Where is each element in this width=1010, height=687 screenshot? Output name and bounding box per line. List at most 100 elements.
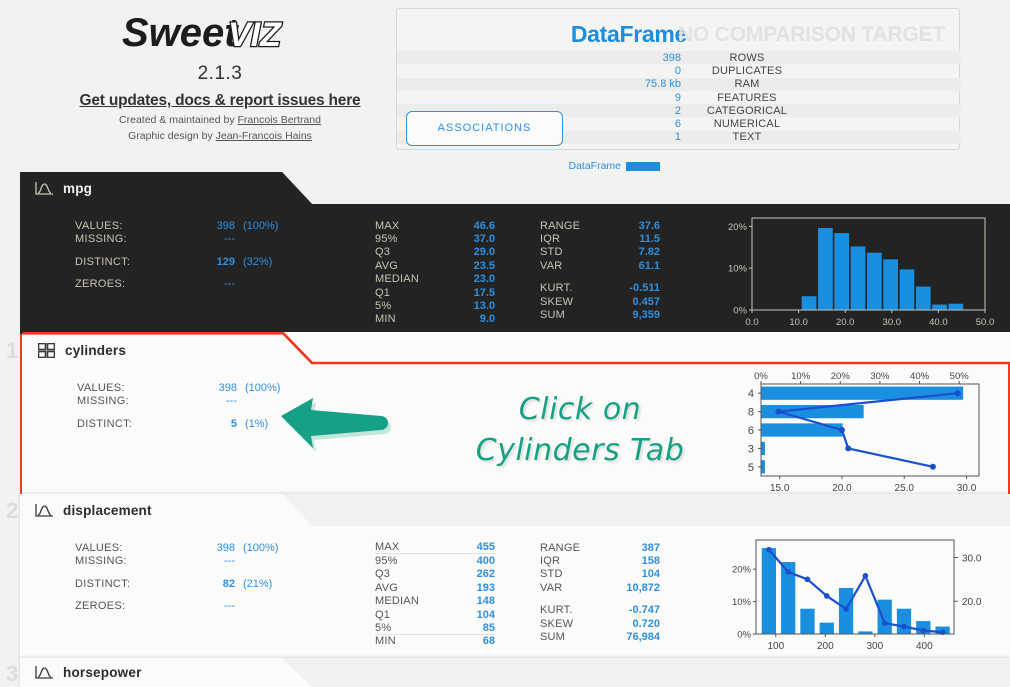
stat-key: MISSING: xyxy=(75,555,127,568)
stat-value: 398 xyxy=(216,541,235,554)
no-comparison-target-label: NO COMPARISON TARGET xyxy=(677,23,945,46)
displacement-tab-header[interactable]: displacement xyxy=(20,494,152,526)
stat-row-range: RANGE 37.6 xyxy=(540,219,660,232)
stat-key: STD xyxy=(540,568,563,581)
svg-text:6: 6 xyxy=(748,425,754,437)
stat-value: 29.0 xyxy=(473,246,495,259)
horsepower-tab-header[interactable]: horsepower xyxy=(20,658,142,687)
stat-key: VAR xyxy=(540,259,563,272)
version-label: 2.1.3 xyxy=(197,63,243,84)
stat-key: Q3 xyxy=(375,246,391,259)
svg-text:20%: 20% xyxy=(732,565,752,576)
svg-text:100: 100 xyxy=(767,641,784,652)
stat-key: Q1 xyxy=(375,286,391,299)
stat-row-kurt: KURT. -0.747 xyxy=(540,604,660,617)
stat-key: STD xyxy=(540,246,563,259)
mpg-histogram-svg: 0% 10% 20% 0.0 10.0 20.0 30.0 40.0 50.0 xyxy=(728,217,995,328)
stat-row-missing: MISSING: --- xyxy=(77,395,293,409)
displacement-tab-shape xyxy=(20,494,1010,526)
summary-row: 75.8 kb RAM xyxy=(397,77,961,91)
svg-text:10%: 10% xyxy=(791,371,811,382)
feature-section-mpg[interactable]: mpg VALUES: 398 (100%) MISSING: --- DIST… xyxy=(20,172,1010,334)
dataframe-summary-panel: DataFrame NO COMPARISON TARGET 398 ROWS … xyxy=(396,8,961,150)
stat-value: 11.5 xyxy=(639,233,660,246)
svg-text:400: 400 xyxy=(916,641,933,652)
stat-value: 9.0 xyxy=(479,313,495,326)
legend-entry-dataframe: DataFrame xyxy=(520,160,660,172)
stat-key: RANGE xyxy=(540,219,581,232)
stat-row-avg: AVG 193 xyxy=(375,581,495,594)
stat-value: 82 xyxy=(222,577,235,590)
svg-text:20.0: 20.0 xyxy=(836,317,855,328)
credit-maintainer-link[interactable]: Francois Bertrand xyxy=(238,114,321,126)
stat-value: --- xyxy=(224,278,235,291)
stat-row-q3: Q3 29.0 xyxy=(375,246,495,259)
stat-row-distinct: DISTINCT: 82 (21%) xyxy=(75,577,291,591)
svg-text:4: 4 xyxy=(748,388,754,400)
stat-value: 68 xyxy=(482,635,495,648)
feature-section-displacement[interactable]: displacement VALUES: 398 (100%) MISSING:… xyxy=(20,494,1010,659)
stat-value: 37.0 xyxy=(473,233,495,246)
svg-text:VIZ: VIZ xyxy=(228,16,282,54)
stat-key: Q3 xyxy=(375,568,391,581)
stat-row-skew: SKEW 0.457 xyxy=(540,295,660,308)
stat-row-median: MEDIAN 23.0 xyxy=(375,273,495,286)
stat-key: MAX xyxy=(375,219,400,232)
svg-text:20%: 20% xyxy=(831,371,851,382)
stat-value: 9,359 xyxy=(632,309,660,322)
stat-key: MISSING: xyxy=(77,395,129,408)
stat-row-missing: MISSING: --- xyxy=(75,233,291,247)
stat-key: 5% xyxy=(375,621,392,634)
cylinders-tab-header[interactable]: cylinders xyxy=(22,334,126,366)
svg-text:30.0: 30.0 xyxy=(883,317,902,328)
svg-text:50.0: 50.0 xyxy=(976,317,995,328)
stat-value: 387 xyxy=(641,541,660,554)
brand-block: Sweet VIZ 2.1.3 Get updates, docs & repo… xyxy=(60,8,380,142)
credit-designer-link[interactable]: Jean-Francois Hains xyxy=(216,130,312,142)
stat-value: 46.6 xyxy=(473,219,495,232)
feature-name-mpg: mpg xyxy=(63,180,93,196)
summary-value: 0 xyxy=(674,64,681,77)
displacement-dispersion-stats: RANGE 387 IQR 158 STD 104 VAR 10,872 KURT. -0… xyxy=(540,541,660,644)
stat-key: DISTINCT: xyxy=(75,255,131,268)
stat-value: 10,872 xyxy=(626,581,660,594)
stat-key: KURT. xyxy=(540,604,573,617)
svg-text:300: 300 xyxy=(866,641,883,652)
feature-section-horsepower[interactable]: horsepower xyxy=(20,658,1010,687)
updates-link[interactable]: Get updates, docs & report issues here xyxy=(60,92,380,110)
chart-cylinders: 0% 10% 20% 30% 40% 50% 4 8 6 3 5 15.0 20.0 25.0 30.0 xyxy=(727,366,1007,506)
stat-value: 37.6 xyxy=(638,219,660,232)
stat-row-p5: 5% 13.0 xyxy=(375,299,495,312)
grid-2x2-icon xyxy=(36,341,56,359)
summary-label: TEXT xyxy=(732,131,762,144)
stat-row-missing: MISSING: --- xyxy=(75,555,291,569)
stat-key: VALUES: xyxy=(75,219,123,232)
svg-text:5: 5 xyxy=(748,462,754,474)
svg-text:40%: 40% xyxy=(910,371,930,382)
stat-row-q3: Q3 262 xyxy=(375,568,495,581)
svg-text:0.0: 0.0 xyxy=(745,317,758,328)
mpg-tab-header[interactable]: mpg xyxy=(20,172,92,204)
stat-key: MEDIAN xyxy=(375,595,419,608)
annotation-text: Click on Cylinders Tab xyxy=(425,390,735,471)
credit-maintainer: Created & maintained by Francois Bertran… xyxy=(60,114,380,126)
sweetviz-report: Sweet VIZ 2.1.3 Get updates, docs & repo… xyxy=(0,0,1010,687)
svg-text:25.0: 25.0 xyxy=(895,483,915,494)
credit-designer: Graphic design by Jean-Francois Hains xyxy=(60,130,380,142)
stat-value: 193 xyxy=(476,581,495,594)
summary-label: FEATURES xyxy=(717,91,777,104)
cylinders-left-stats: VALUES: 398 (100%) MISSING: --- DISTINCT… xyxy=(77,381,293,431)
associations-button[interactable]: ASSOCIATIONS xyxy=(406,111,563,146)
stat-row-var: VAR 61.1 xyxy=(540,259,660,272)
svg-text:8: 8 xyxy=(748,407,754,419)
sweetviz-logo-svg: Sweet VIZ xyxy=(122,11,283,55)
summary-value: 398 xyxy=(662,51,681,64)
svg-text:3: 3 xyxy=(748,443,754,455)
annotation-line-2: Cylinders Tab xyxy=(475,432,685,468)
histogram-icon xyxy=(34,179,54,197)
stat-row-kurt: KURT. -0.511 xyxy=(540,282,660,295)
stat-row-q1: Q1 17.5 xyxy=(375,286,495,299)
summary-row: 9 FEATURES xyxy=(397,91,961,104)
stat-key: DISTINCT: xyxy=(77,417,133,430)
credit-designer-prefix: Graphic design by xyxy=(128,130,216,142)
